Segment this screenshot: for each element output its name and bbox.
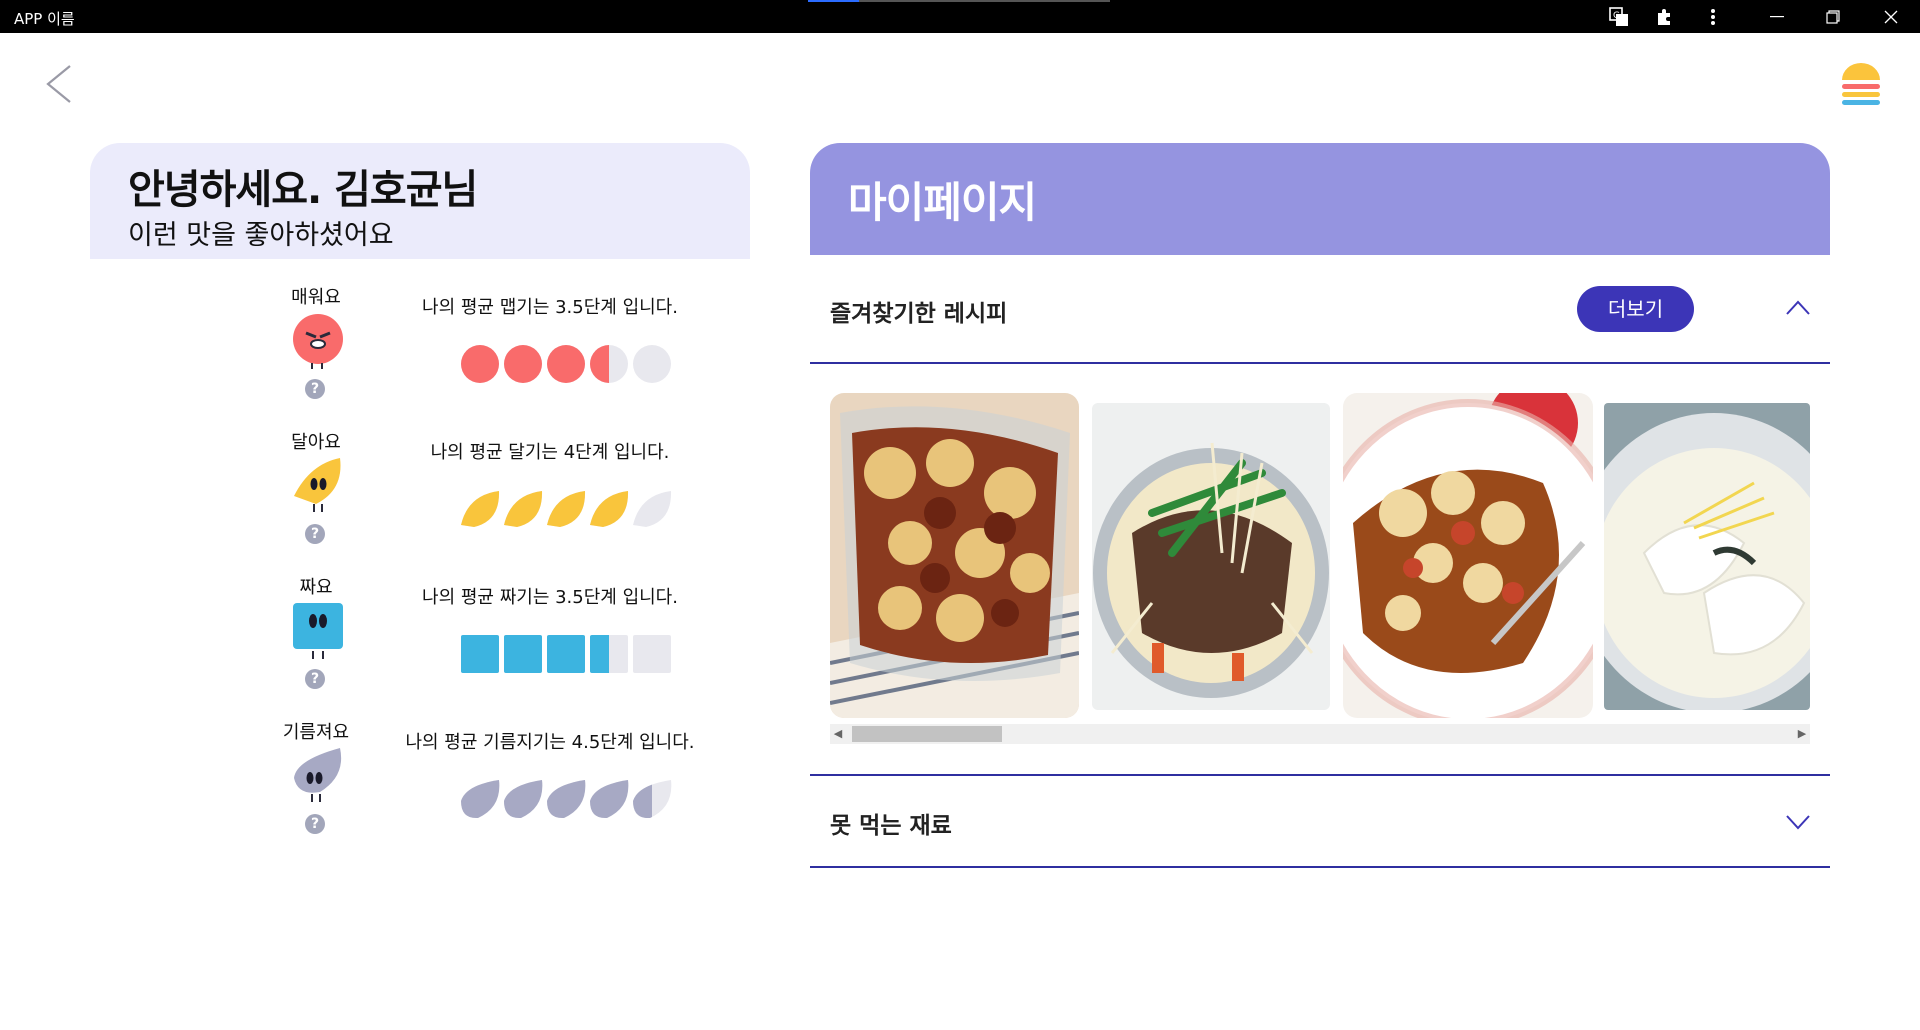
taste-row: 매워요? 나의 평균 맵기는 3.5단계 입니다.: [270, 283, 750, 423]
greeting-title: 안녕하세요. 김호균님: [128, 167, 478, 213]
window-title: APP 이름: [14, 10, 75, 28]
recipe-thumbnail-4[interactable]: [1604, 403, 1810, 710]
recipe-thumbnail-2[interactable]: [1092, 403, 1330, 710]
level-mark-filled: [461, 345, 499, 383]
level-mark-filled: [504, 491, 543, 527]
level-mark-filled: [547, 345, 585, 383]
taste-row: 짜요? 나의 평균 짜기는 3.5단계 입니다.: [270, 573, 750, 713]
level-mark-filled: [547, 491, 586, 527]
extensions-icon[interactable]: [1642, 0, 1688, 33]
loading-progress-track: [808, 0, 1110, 2]
taste-description: 나의 평균 맵기는 3.5단계 입니다.: [422, 297, 678, 318]
recipe-horizontal-scrollbar[interactable]: ◀ ▶: [830, 724, 1810, 744]
taste-label: 기름져요: [282, 722, 350, 743]
taste-row: 기름져요? 나의 평균 기름지기는 4.5단계 입니다.: [270, 718, 750, 858]
taste-character-icon: [290, 601, 346, 659]
scroll-right-arrow-icon[interactable]: ▶: [1794, 724, 1810, 744]
taste-description: 나의 평균 달기는 4단계 입니다.: [430, 442, 670, 463]
chevron-down-icon: [1786, 815, 1810, 830]
help-icon[interactable]: ?: [305, 524, 325, 544]
chevron-left-icon: [46, 65, 71, 103]
window-titlebar: APP 이름 G: [0, 0, 1920, 33]
favorites-divider: [810, 362, 1830, 364]
mypage-header: 마이페이지: [810, 143, 1830, 255]
taste-level-meter: [460, 488, 690, 530]
dislikes-divider-bottom: [810, 866, 1830, 868]
cheese-pasta-photo: [1343, 393, 1593, 718]
taste-level-meter: [460, 633, 690, 675]
burger-icon: [1842, 63, 1880, 105]
level-mark-filled: [504, 345, 542, 383]
more-button[interactable]: 더보기: [1577, 286, 1694, 332]
dislikes-divider-top: [810, 774, 1830, 776]
dislikes-expand-toggle[interactable]: [1784, 812, 1812, 832]
close-icon[interactable]: [1868, 0, 1914, 33]
greeting-subtitle: 이런 맛을 좋아하셨어요: [128, 220, 394, 251]
svg-text:G: G: [1613, 11, 1620, 21]
greeting-panel: 안녕하세요. 김호균님 이런 맛을 좋아하셨어요: [90, 143, 750, 259]
help-icon[interactable]: ?: [305, 379, 325, 399]
level-mark-filled: [590, 491, 629, 527]
level-mark-filled: [461, 635, 499, 673]
taste-level-meter: [460, 778, 690, 820]
taste-character-icon: [290, 456, 346, 514]
taste-description: 나의 평균 기름지기는 4.5단계 입니다.: [405, 732, 695, 753]
level-mark-filled: [590, 780, 629, 819]
taste-description: 나의 평균 짜기는 3.5단계 입니다.: [422, 587, 678, 608]
favorites-collapse-toggle[interactable]: [1784, 298, 1812, 318]
level-mark-filled: [547, 635, 585, 673]
level-mark-filled: [504, 635, 542, 673]
level-mark-filled: [547, 780, 586, 819]
taste-row: 달아요? 나의 평균 달기는 4단계 입니다.: [270, 428, 750, 568]
level-mark-empty: [633, 635, 671, 673]
back-button[interactable]: [42, 62, 82, 106]
taste-character-icon: [290, 746, 346, 804]
scroll-left-arrow-icon[interactable]: ◀: [830, 724, 846, 744]
dislikes-title: 못 먹는 재료: [830, 813, 952, 839]
dumpling-soup-photo: [1604, 403, 1810, 710]
chevron-up-icon: [1786, 300, 1810, 315]
taste-label: 달아요: [291, 432, 341, 453]
scrollbar-thumb[interactable]: [852, 726, 1002, 742]
favorites-title: 즐겨찾기한 레시피: [830, 301, 1008, 327]
minimize-icon[interactable]: [1754, 0, 1800, 33]
recipe-thumbnail-3[interactable]: [1343, 393, 1593, 718]
level-mark-empty: [633, 491, 672, 527]
level-mark-empty: [633, 345, 671, 383]
recipe-thumbnail-1[interactable]: [830, 393, 1079, 718]
bulgogi-hotpot-photo: [1092, 403, 1330, 710]
level-mark-filled: [504, 780, 543, 819]
taste-level-meter: [460, 343, 690, 385]
taste-label: 짜요: [299, 577, 333, 598]
level-mark-filled: [461, 491, 500, 527]
meatball-gratin-photo: [830, 393, 1079, 718]
burger-menu-button[interactable]: [1838, 60, 1884, 108]
translate-icon[interactable]: G: [1596, 0, 1642, 33]
help-icon[interactable]: ?: [305, 669, 325, 689]
level-mark-filled: [461, 780, 500, 819]
taste-label: 매워요: [291, 287, 341, 308]
more-vert-icon[interactable]: [1690, 0, 1736, 33]
mypage-title: 마이페이지: [848, 178, 1037, 227]
loading-progress-fill: [808, 0, 860, 2]
restore-icon[interactable]: [1810, 0, 1856, 33]
help-icon[interactable]: ?: [305, 814, 325, 834]
taste-character-icon: [290, 311, 346, 369]
